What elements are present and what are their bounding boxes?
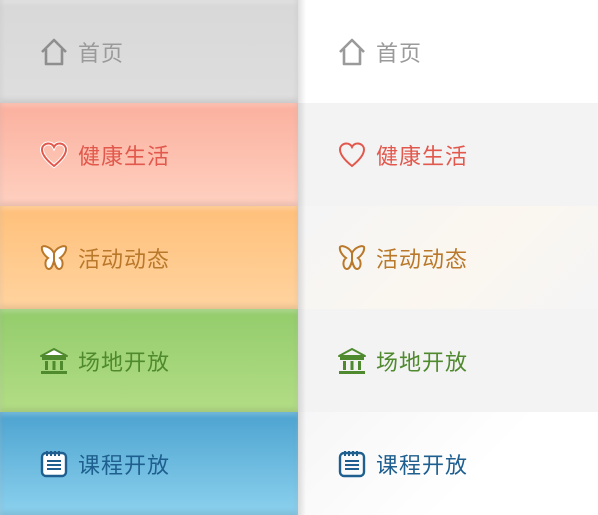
- menu-normal-states: 首页 健康生活 活动动态 场地开放 课程开放: [298, 0, 598, 515]
- menu-item-label: 首页: [78, 41, 125, 67]
- menu-item-health[interactable]: 健康生活: [298, 103, 598, 206]
- notebook-icon: [336, 448, 368, 480]
- menu-item-label: 课程开放: [376, 453, 469, 479]
- heart-icon: [336, 139, 368, 171]
- menu-item-label: 首页: [376, 41, 423, 67]
- menu-item-venue[interactable]: 场地开放: [298, 309, 598, 412]
- menu-item-course[interactable]: 课程开放: [0, 412, 298, 515]
- menu-item-events[interactable]: 活动动态: [298, 206, 598, 309]
- institution-icon: [38, 345, 70, 377]
- heart-icon: [38, 139, 70, 171]
- menu-item-course[interactable]: 课程开放: [298, 412, 598, 515]
- menu-item-home[interactable]: 首页: [0, 0, 298, 103]
- notebook-icon: [38, 448, 70, 480]
- menu-item-label: 健康生活: [78, 144, 171, 170]
- butterfly-icon: [38, 242, 70, 274]
- institution-icon: [336, 345, 368, 377]
- menu-active-states: 首页 健康生活 活动动态 场地开放 课程开放: [0, 0, 298, 515]
- menu-item-label: 活动动态: [78, 247, 171, 273]
- menu-item-venue[interactable]: 场地开放: [0, 309, 298, 412]
- menu-item-label: 活动动态: [376, 247, 469, 273]
- menu-item-home[interactable]: 首页: [298, 0, 598, 103]
- menu-item-label: 健康生活: [376, 144, 469, 170]
- menu-item-label: 场地开放: [78, 350, 171, 376]
- nav-menu-comparison: 首页 健康生活 活动动态 场地开放 课程开放 首页 健康生活 活动动态 场地开放…: [0, 0, 598, 515]
- butterfly-icon: [336, 242, 368, 274]
- home-icon: [38, 36, 70, 68]
- menu-item-label: 课程开放: [78, 453, 171, 479]
- menu-item-events[interactable]: 活动动态: [0, 206, 298, 309]
- menu-item-label: 场地开放: [376, 350, 469, 376]
- menu-item-health[interactable]: 健康生活: [0, 103, 298, 206]
- home-icon: [336, 36, 368, 68]
